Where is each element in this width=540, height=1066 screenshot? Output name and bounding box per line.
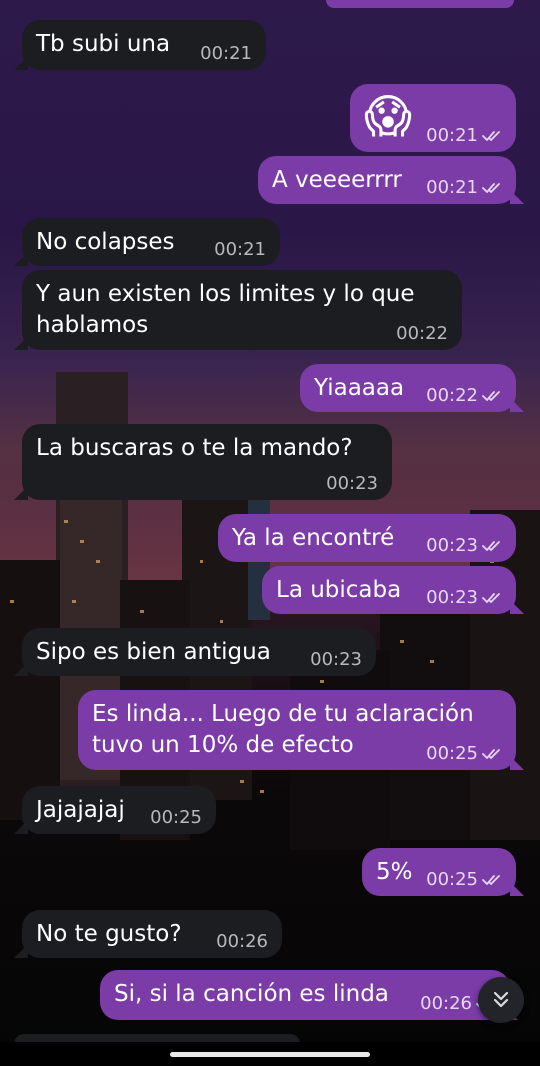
message-time: 00:23: [310, 649, 362, 670]
double-check-icon: [482, 593, 500, 603]
message-bubble-outgoing[interactable]: Es linda... Luego de tu aclaración tuvo …: [78, 690, 524, 770]
message-meta: 00:23: [326, 474, 378, 494]
message-bubble-incoming[interactable]: La buscaras o te la mando? 00:23: [14, 424, 392, 500]
message-time: 00:25: [426, 869, 478, 890]
message-meta: 00:21: [426, 178, 504, 198]
message-time: 00:21: [426, 177, 478, 198]
screaming-face-emoji: 😱: [364, 89, 412, 143]
message-text: Y aun existen los limites y lo que habla…: [36, 281, 415, 338]
message-time: 00:22: [396, 323, 448, 344]
message-meta: 00:25: [426, 744, 504, 764]
message-bubble-incoming[interactable]: No colapses 00:21: [14, 218, 280, 266]
message-text: A veeeerrrr: [272, 167, 402, 193]
message-bubble-outgoing[interactable]: 😱 00:21: [350, 84, 516, 152]
message-time: 00:25: [150, 807, 202, 828]
message-text: Jajajajaj: [36, 797, 125, 823]
message-meta: 00:23: [426, 536, 504, 556]
home-gesture-pill[interactable]: [170, 1052, 370, 1057]
message-meta: 00:21: [200, 44, 252, 64]
message-text: No te gusto?: [36, 921, 182, 947]
message-bubble-outgoing[interactable]: Si, si la canción es linda 00:26: [100, 970, 518, 1020]
message-time: 00:21: [200, 43, 252, 64]
message-text: Sipo es bien antigua: [36, 639, 271, 665]
message-meta: 00:23: [426, 588, 504, 608]
double-check-icon: [482, 541, 500, 551]
message-meta: 00:22: [426, 386, 504, 406]
message-time: 00:23: [326, 473, 378, 494]
message-meta: 00:21: [426, 126, 504, 146]
message-bubble-outgoing[interactable]: A veeeerrrr 00:21: [258, 156, 524, 204]
message-bubble-incoming[interactable]: Y aun existen los limites y lo que habla…: [14, 270, 462, 350]
double-check-icon: [482, 131, 500, 141]
message-bubble-outgoing[interactable]: Yiaaaaa 00:22: [300, 364, 524, 412]
message-time: 00:26: [216, 931, 268, 952]
double-check-icon: [482, 875, 500, 885]
message-text: 5%: [376, 859, 413, 885]
message-bubble-outgoing[interactable]: La ubicaba 00:23: [262, 566, 524, 614]
message-meta: 00:22: [396, 324, 448, 344]
message-text: La buscaras o te la mando?: [36, 435, 353, 461]
message-text: No colapses: [36, 229, 175, 255]
double-check-icon: [482, 391, 500, 401]
message-bubble-incoming[interactable]: Tb subi una 00:21: [14, 20, 266, 70]
scroll-to-bottom-button[interactable]: [478, 977, 524, 1023]
message-meta: 00:26: [216, 932, 268, 952]
message-time: 00:23: [426, 587, 478, 608]
message-text: Yiaaaaa: [314, 375, 405, 401]
message-bubble-outgoing-clipped[interactable]: [326, 0, 514, 8]
message-bubble-incoming[interactable]: Sipo es bien antigua 00:23: [14, 628, 376, 676]
message-time: 00:22: [426, 385, 478, 406]
message-time: 00:21: [426, 125, 478, 146]
message-bubble-outgoing[interactable]: 5% 00:25: [362, 848, 524, 896]
message-meta: 00:25: [426, 870, 504, 890]
message-text: Ya la encontré: [232, 525, 395, 551]
message-time: 00:25: [426, 743, 478, 764]
message-text: Tb subi una: [36, 31, 171, 57]
message-bubble-outgoing[interactable]: Ya la encontré 00:23: [218, 514, 516, 562]
message-time: 00:21: [214, 239, 266, 260]
message-meta: 00:21: [214, 240, 266, 260]
message-time: 00:26: [420, 993, 472, 1014]
message-text: La ubicaba: [276, 577, 402, 603]
message-time: 00:23: [426, 535, 478, 556]
message-bubble-incoming[interactable]: No te gusto? 00:26: [14, 910, 282, 958]
message-bubble-incoming[interactable]: Jajajajaj 00:25: [14, 786, 216, 834]
message-text: Si, si la canción es linda: [114, 981, 389, 1007]
double-check-icon: [482, 183, 500, 193]
message-meta: 00:25: [150, 808, 202, 828]
double-check-icon: [482, 749, 500, 759]
message-meta: 00:23: [310, 650, 362, 670]
chevron-double-down-icon: [493, 991, 509, 1008]
